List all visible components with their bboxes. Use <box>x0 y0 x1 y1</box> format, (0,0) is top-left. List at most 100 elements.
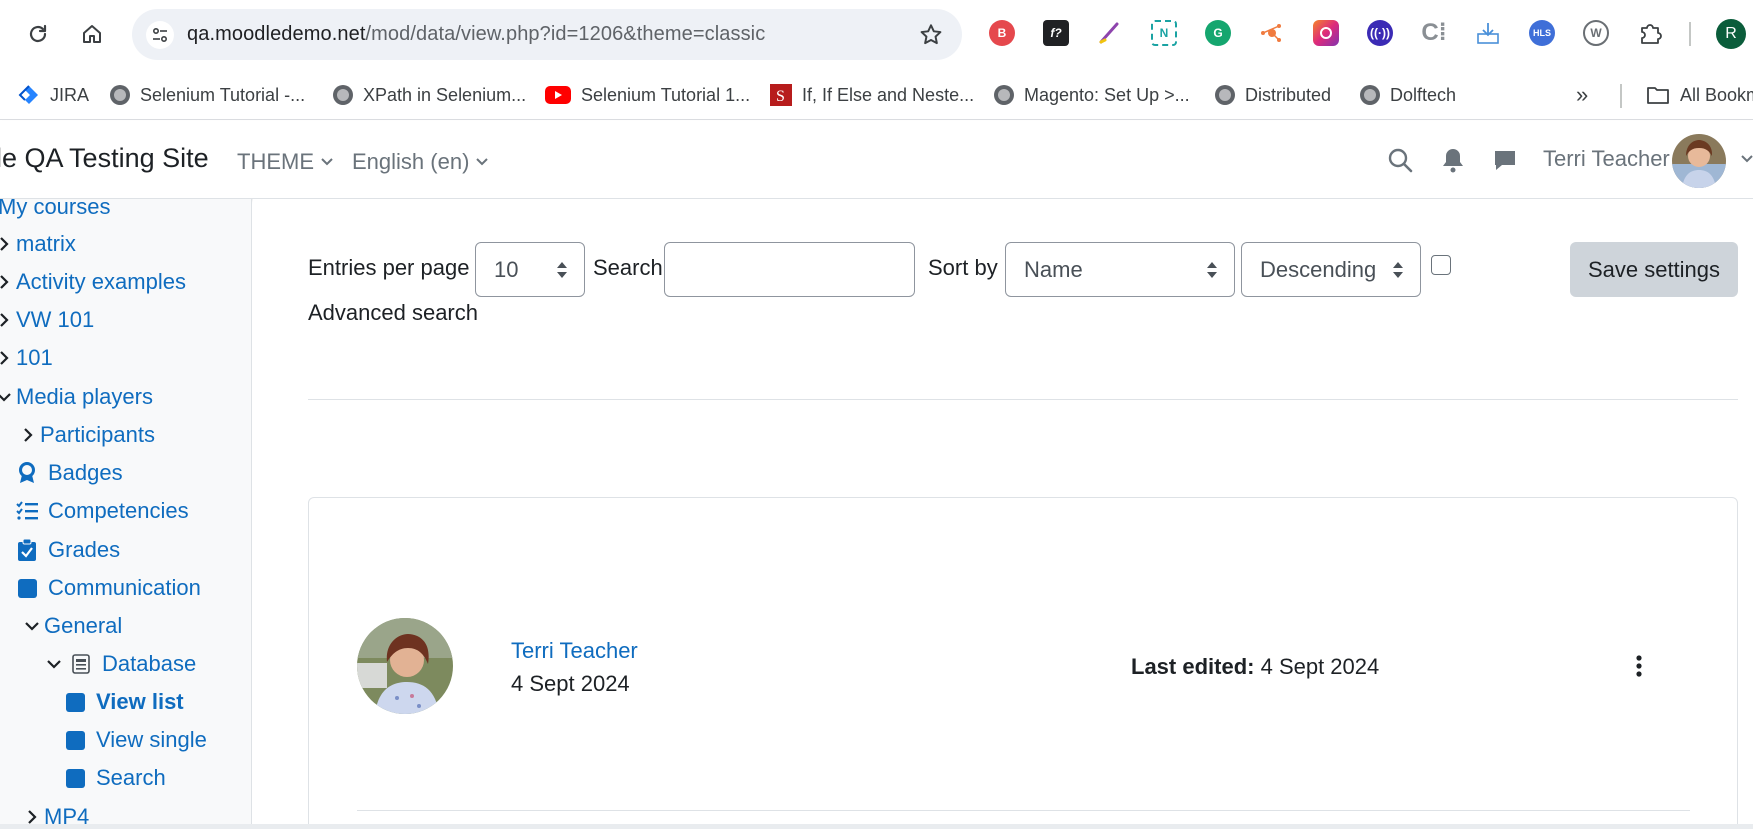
chevron-right-icon <box>0 350 14 366</box>
save-settings-button[interactable]: Save settings <box>1570 242 1738 297</box>
theme-menu[interactable]: THEME <box>237 149 334 175</box>
entry-author-avatar[interactable] <box>357 618 453 714</box>
site-name[interactable]: lle QA Testing Site <box>0 143 209 174</box>
bookmark-distributed[interactable]: Distributed <box>1215 80 1331 110</box>
theme-menu-label: THEME <box>237 149 314 174</box>
entries-per-page-label: Entries per page <box>308 255 470 280</box>
extension-hls-icon[interactable]: HLS <box>1528 19 1556 47</box>
entry-actions-kebab-icon[interactable] <box>1627 651 1651 681</box>
profile-avatar[interactable]: R <box>1716 19 1746 49</box>
drawer-item-101[interactable]: 101 <box>0 343 53 373</box>
bookmark-xpath-selenium[interactable]: XPath in Selenium... <box>333 80 526 110</box>
order-value: Descending <box>1260 256 1377 282</box>
drawer-item-general[interactable]: General <box>22 611 122 641</box>
sort-by-label: Sort by <box>928 255 998 280</box>
all-bookmarks-folder[interactable]: All Bookm <box>1646 80 1753 110</box>
extension-pen-icon[interactable] <box>1096 19 1124 47</box>
entry-author-link[interactable]: Terri Teacher <box>511 638 638 664</box>
user-name[interactable]: Terri Teacher <box>1543 146 1670 172</box>
entry-last-edited: Last edited: 4 Sept 2024 <box>1131 654 1379 680</box>
drawer-item-search[interactable]: Search <box>64 763 166 793</box>
language-menu-label: English (en) <box>352 149 470 174</box>
advanced-search-checkbox[interactable] <box>1431 255 1451 275</box>
chevron-down-icon <box>0 391 14 403</box>
entry-date: 4 Sept 2024 <box>511 671 630 696</box>
extension-c-icon[interactable]: C⁞ <box>1420 19 1448 47</box>
search-icon[interactable] <box>1385 145 1415 175</box>
checklist-icon <box>16 500 38 522</box>
globe-icon <box>110 85 130 105</box>
drawer-item-my-courses[interactable]: My courses <box>0 199 110 222</box>
chevron-right-icon <box>0 274 14 290</box>
globe-icon <box>994 85 1014 105</box>
bookmark-if-else[interactable]: S If, If Else and Neste... <box>770 80 974 110</box>
chevron-down-icon[interactable] <box>1740 151 1753 169</box>
drawer-item-view-single[interactable]: View single <box>64 725 207 755</box>
drawer-item-matrix[interactable]: matrix <box>0 229 76 259</box>
drawer-item-grades[interactable]: Grades <box>16 535 120 565</box>
drawer-item-media-players[interactable]: Media players <box>0 382 153 412</box>
order-select[interactable]: Descending <box>1241 242 1421 297</box>
last-edited-value: 4 Sept 2024 <box>1260 654 1380 679</box>
horizontal-scrollbar[interactable] <box>0 824 1753 829</box>
site-info-icon[interactable] <box>146 21 174 49</box>
extension-camera-icon[interactable] <box>1312 19 1340 47</box>
chevron-right-icon <box>0 236 14 252</box>
extension-w-icon[interactable]: W <box>1582 19 1610 47</box>
bookmarks-bar: JIRA Selenium Tutorial -... XPath in Sel… <box>0 70 1753 120</box>
extension-network-icon[interactable] <box>1258 19 1286 47</box>
drawer-item-label: Competencies <box>48 498 189 523</box>
chevron-right-icon <box>22 809 42 825</box>
bookmark-dolftech[interactable]: Dolftech <box>1360 80 1456 110</box>
drawer-item-vw-101[interactable]: VW 101 <box>0 305 94 335</box>
extension-formula-icon[interactable]: f? <box>1042 19 1070 47</box>
drawer-item-badges[interactable]: Badges <box>16 458 123 488</box>
extension-red-icon[interactable]: B <box>988 19 1016 47</box>
drawer-item-activity-examples[interactable]: Activity examples <box>0 267 186 297</box>
drawer-item-view-list[interactable]: View list <box>64 687 184 717</box>
bookmark-selenium-tutorial[interactable]: Selenium Tutorial -... <box>110 80 305 110</box>
extension-n-icon[interactable]: N <box>1150 19 1178 47</box>
home-icon[interactable] <box>74 16 110 52</box>
more-bookmarks-chevron-icon[interactable]: » <box>1576 80 1588 110</box>
extensions-puzzle-icon[interactable] <box>1636 19 1664 47</box>
bookmark-jira[interactable]: JIRA <box>18 80 89 110</box>
entries-per-page-value: 10 <box>494 256 519 282</box>
grammarly-icon[interactable]: G <box>1204 19 1232 47</box>
notifications-bell-icon[interactable] <box>1438 145 1468 175</box>
bookmark-label: Dolftech <box>1390 84 1457 105</box>
bookmark-selenium-tutorial-video[interactable]: Selenium Tutorial 1... <box>545 80 750 110</box>
bookmark-label: Selenium Tutorial -... <box>140 84 306 105</box>
extension-download-icon[interactable] <box>1474 19 1502 47</box>
reload-icon[interactable] <box>20 16 56 52</box>
chevron-down-icon <box>44 658 64 670</box>
entry-divider <box>357 810 1690 811</box>
user-avatar[interactable] <box>1672 134 1726 188</box>
language-menu[interactable]: English (en) <box>352 149 489 175</box>
bookmark-label: Magento: Set Up >... <box>1024 84 1190 105</box>
drawer-item-database[interactable]: Database <box>44 649 196 679</box>
profile-initial: R <box>1725 25 1737 42</box>
extension-broadcast-icon[interactable]: ((·)) <box>1366 19 1394 47</box>
bookmark-star-icon[interactable] <box>918 22 944 53</box>
bookmark-magento[interactable]: Magento: Set Up >... <box>994 80 1190 110</box>
search-input[interactable] <box>664 242 915 297</box>
drawer-item-participants[interactable]: Participants <box>18 420 155 450</box>
square-icon <box>64 767 86 789</box>
sort-by-select[interactable]: Name <box>1005 242 1235 297</box>
sort-updown-icon <box>1393 262 1403 278</box>
drawer-item-communication[interactable]: Communication <box>16 573 201 603</box>
drawer-item-competencies[interactable]: Competencies <box>16 496 189 526</box>
address-bar[interactable]: qa.moodledemo.net/mod/data/view.php?id=1… <box>132 9 962 60</box>
database-icon <box>70 653 92 675</box>
browser-toolbar: qa.moodledemo.net/mod/data/view.php?id=1… <box>0 0 1753 70</box>
messages-chat-icon[interactable] <box>1490 145 1520 175</box>
bookmark-label: All Bookm <box>1680 84 1753 105</box>
search-label: Search <box>593 255 663 280</box>
entries-per-page-select[interactable]: 10 <box>475 242 585 297</box>
jira-icon <box>18 85 38 104</box>
square-icon <box>16 577 38 599</box>
drawer-item-label: Database <box>102 651 197 676</box>
globe-icon <box>333 85 353 105</box>
moodle-navbar: lle QA Testing Site THEME English (en) T… <box>0 121 1753 199</box>
